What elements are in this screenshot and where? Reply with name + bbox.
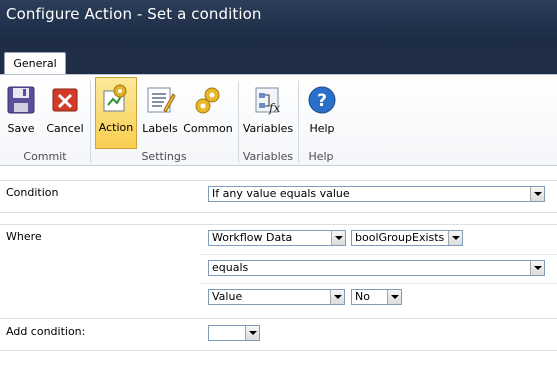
value-value: No	[355, 290, 370, 303]
divider	[0, 350, 557, 351]
where-label: Where	[6, 230, 42, 243]
chevron-down-icon[interactable]	[245, 326, 259, 340]
svg-text:fx: fx	[268, 101, 280, 115]
window-title: Configure Action - Set a condition	[6, 5, 262, 23]
svg-text:?: ?	[317, 91, 327, 111]
save-icon	[7, 86, 35, 114]
action-button[interactable]: Action	[95, 77, 137, 149]
chevron-down-icon[interactable]	[387, 290, 401, 304]
tab-general[interactable]: General	[4, 52, 66, 75]
group-label-commit: Commit	[23, 150, 67, 163]
tab-strip	[0, 48, 557, 74]
divider	[200, 254, 557, 255]
action-label: Action	[98, 121, 134, 134]
variables-label: Variables	[242, 122, 294, 135]
value-type-value: Value	[212, 290, 243, 303]
condition-value: If any value equals value	[212, 187, 350, 200]
add-condition-label: Add condition:	[6, 325, 86, 338]
save-label: Save	[7, 122, 35, 135]
value-select[interactable]: No	[351, 289, 402, 305]
where-field-value: boolGroupExists	[355, 231, 445, 244]
chevron-down-icon[interactable]	[448, 231, 462, 245]
group-label-variables: Variables	[242, 150, 294, 163]
cancel-label: Cancel	[46, 122, 84, 135]
labels-icon	[147, 87, 176, 113]
help-button[interactable]: ? Help	[303, 79, 341, 147]
group-label-settings: Settings	[141, 150, 187, 163]
save-button[interactable]: Save	[2, 79, 40, 147]
where-field-select[interactable]: boolGroupExists	[351, 230, 463, 246]
common-label: Common	[183, 122, 233, 135]
help-label: Help	[309, 122, 335, 135]
cancel-icon	[52, 88, 78, 112]
divider	[0, 180, 557, 181]
group-separator	[238, 81, 239, 163]
operator-value: equals	[212, 261, 249, 274]
chevron-down-icon[interactable]	[530, 187, 544, 201]
condition-select[interactable]: If any value equals value	[208, 186, 545, 202]
where-source-select[interactable]: Workflow Data	[208, 230, 346, 246]
action-icon	[103, 84, 127, 112]
condition-label: Condition	[6, 186, 59, 199]
variables-icon: fx	[255, 87, 280, 115]
common-button[interactable]: Common	[183, 79, 233, 147]
chevron-down-icon[interactable]	[330, 290, 344, 304]
help-icon: ?	[308, 86, 336, 114]
title-bar: Configure Action - Set a condition	[0, 0, 557, 48]
labels-button[interactable]: Labels	[141, 79, 179, 147]
divider	[200, 283, 557, 284]
divider	[0, 224, 557, 225]
operator-select[interactable]: equals	[208, 260, 545, 276]
ribbon: Save Cancel Action Labels Common fx Vari…	[0, 74, 557, 166]
divider	[0, 318, 557, 319]
group-separator	[90, 81, 91, 163]
group-separator	[298, 81, 299, 163]
gears-icon	[195, 87, 220, 114]
variables-button[interactable]: fx Variables	[242, 79, 294, 147]
divider	[0, 212, 557, 213]
value-type-select[interactable]: Value	[208, 289, 345, 305]
add-condition-select[interactable]	[208, 325, 260, 341]
cancel-button[interactable]: Cancel	[44, 79, 86, 147]
chevron-down-icon[interactable]	[530, 261, 544, 275]
chevron-down-icon[interactable]	[331, 231, 345, 245]
group-label-help: Help	[308, 150, 334, 163]
condition-form: Condition If any value equals value Wher…	[0, 166, 557, 367]
where-source-value: Workflow Data	[212, 231, 293, 244]
labels-label: Labels	[142, 122, 178, 135]
